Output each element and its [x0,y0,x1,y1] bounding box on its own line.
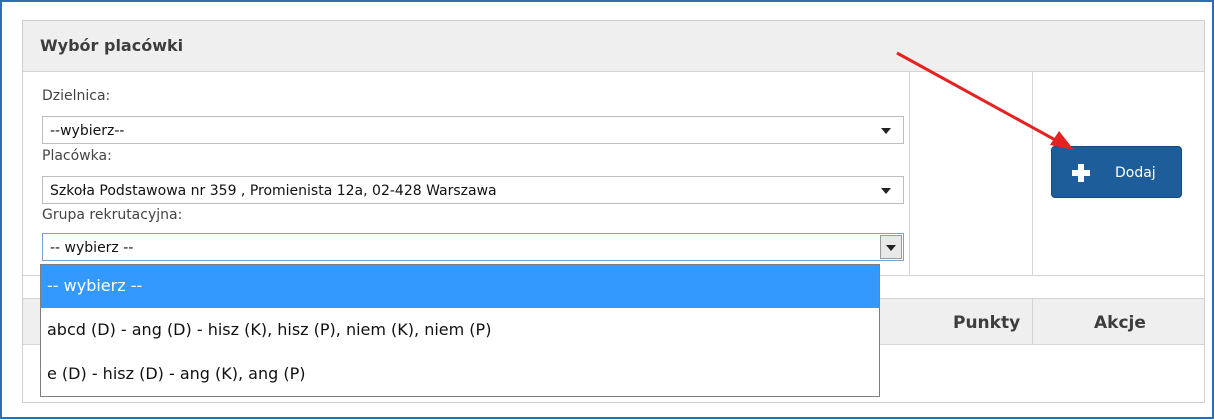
annotation-arrow [896,51,1074,150]
window-frame: Wybór placówki Dzielnica: --wybierz-- Pl… [0,0,1214,419]
